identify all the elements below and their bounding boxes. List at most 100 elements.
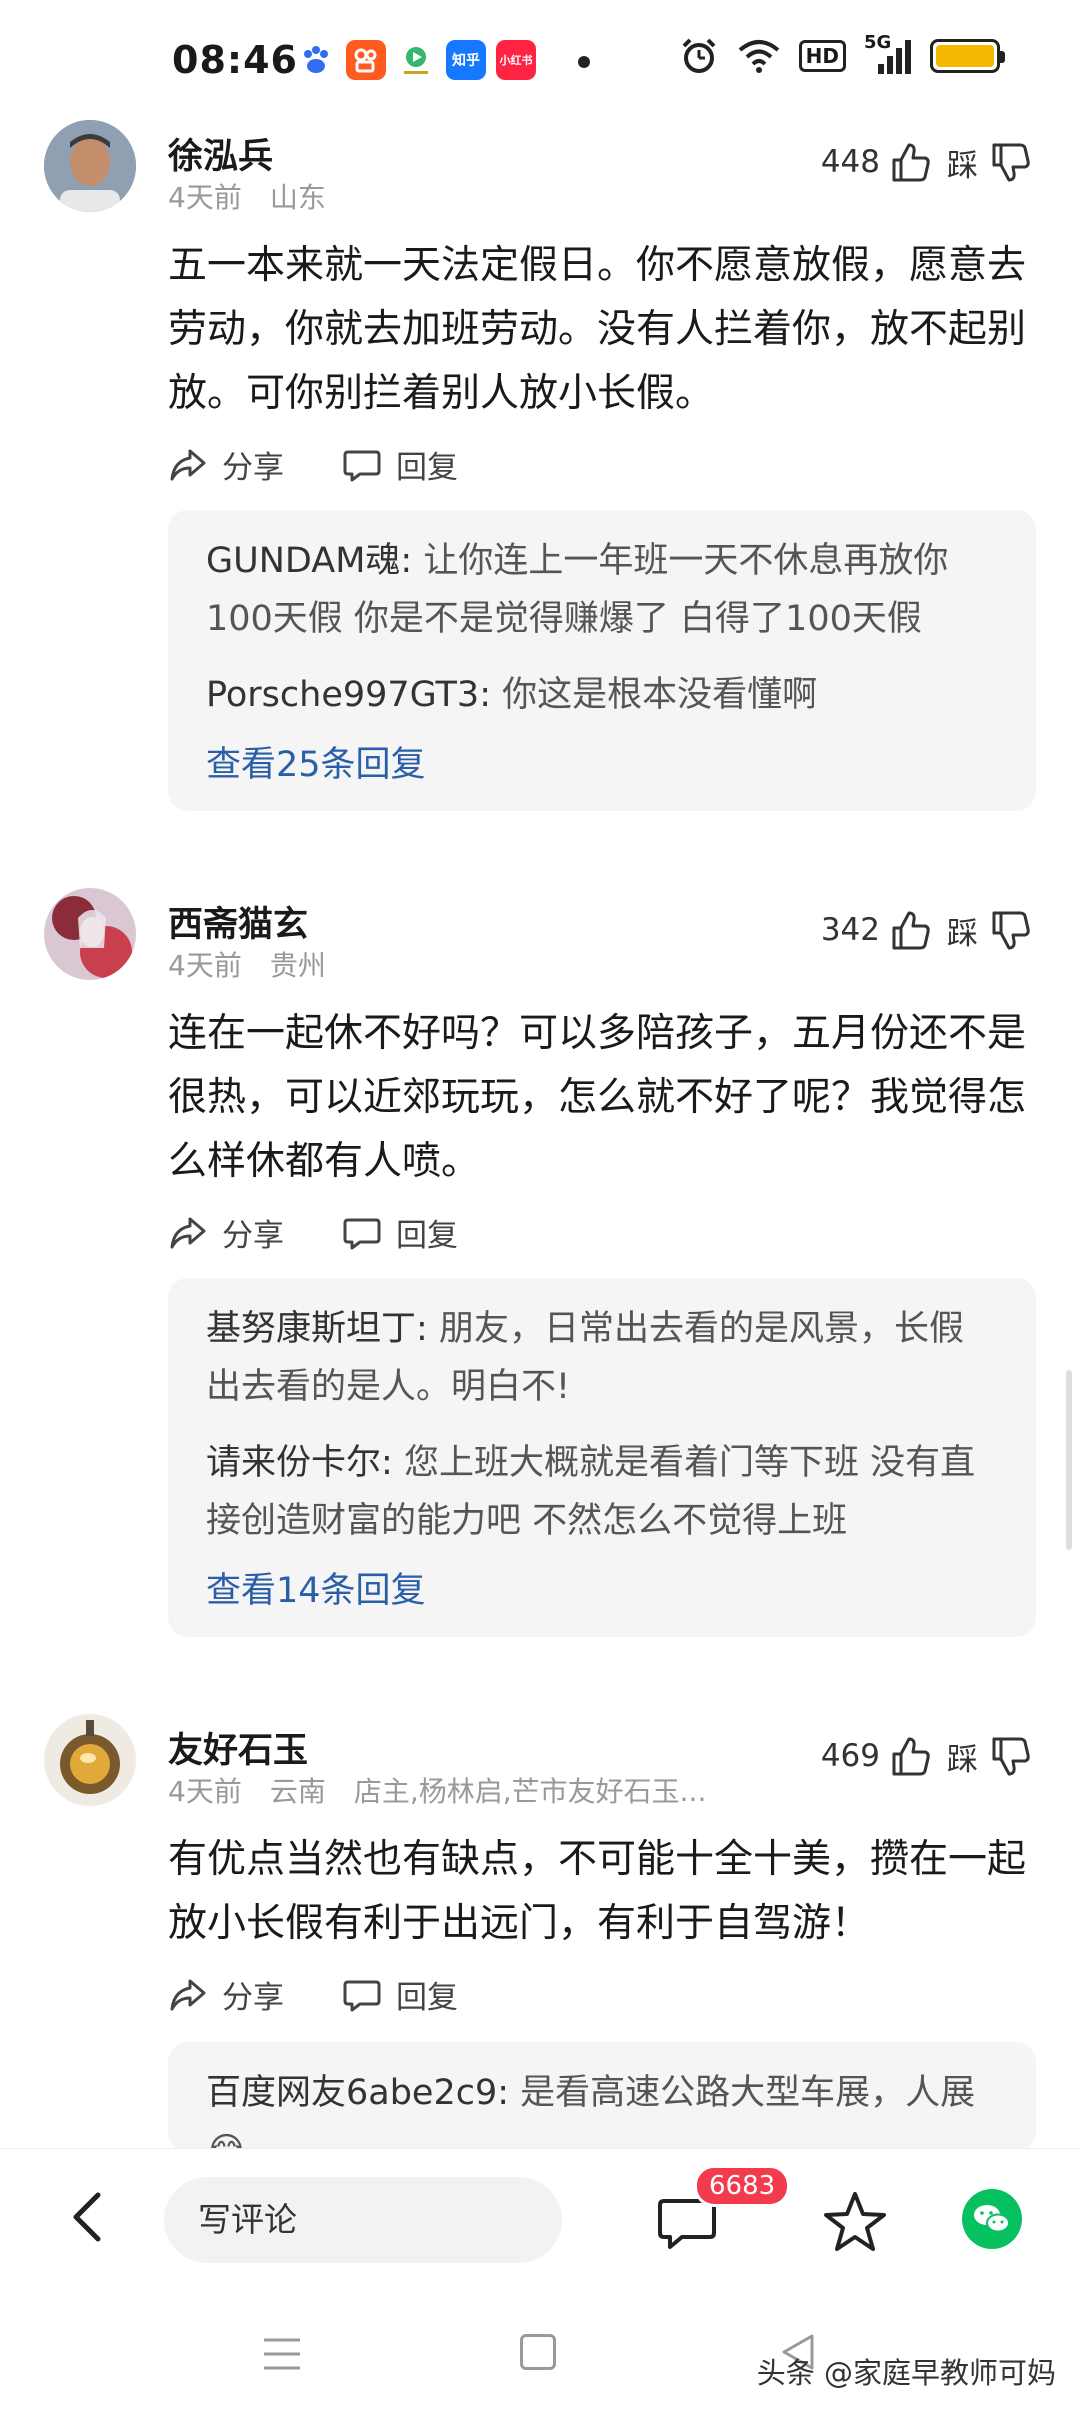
dislike-label: 踩 xyxy=(947,1742,978,1778)
status-time: 08:46 xyxy=(172,38,298,82)
reply-author[interactable]: 基努康斯坦丁 xyxy=(206,1309,416,1349)
reply-author[interactable]: 百度网友6abe2c9 xyxy=(206,2073,497,2113)
share-button[interactable]: 分享 xyxy=(168,442,284,487)
share-button[interactable]: 分享 xyxy=(168,1210,284,1255)
avatar[interactable] xyxy=(44,1714,136,1806)
write-comment-input[interactable]: 写评论 xyxy=(164,2177,562,2263)
share-icon xyxy=(170,449,206,480)
share-button[interactable]: 分享 xyxy=(168,1972,284,2017)
reply-author[interactable]: Porsche997GT3 xyxy=(206,675,479,715)
comment-actions: 分享 回复 xyxy=(168,442,458,487)
reply-text: 你这是根本没看懂啊 xyxy=(502,675,818,715)
signal-indicator: 5G xyxy=(864,32,912,76)
reply-button[interactable]: 回复 xyxy=(342,1210,458,1255)
comment-text: 连在一起休不好吗？可以多陪孩子，五月份还不是很热，可以近郊玩玩，怎么就不好了呢？… xyxy=(168,1011,1027,1184)
thumbs-up-icon xyxy=(892,911,930,950)
signal-bars-icon xyxy=(878,40,911,74)
view-more-replies-link[interactable]: 查看14条回复 xyxy=(206,1562,998,1613)
chat-bubble-icon xyxy=(343,1980,381,2011)
home-icon[interactable] xyxy=(520,2334,556,2370)
baidu-paw-icon xyxy=(296,40,336,80)
wechat-share-icon[interactable] xyxy=(962,2189,1022,2249)
thumbs-down-icon xyxy=(992,143,1030,181)
like-button[interactable]: 342 xyxy=(821,908,932,952)
comment-count-badge: 6683 xyxy=(694,2165,791,2207)
watermark: 头条 @家庭早教师可妈 xyxy=(756,2356,1056,2390)
share-icon xyxy=(170,1217,206,1248)
comment-text: 有优点当然也有缺点，不可能十全十美，攒在一起放小长假有利于出远门，有利于自驾游！ xyxy=(168,1837,1027,1946)
comment-actions: 分享 回复 xyxy=(168,1972,458,2017)
comment-username[interactable]: 徐泓兵 xyxy=(168,128,273,179)
reply-item: Porsche997GT3: 你这是根本没看懂啊 xyxy=(206,675,818,715)
dislike-button[interactable]: 踩 xyxy=(947,908,1032,953)
wifi-icon xyxy=(738,40,779,73)
reply-author[interactable]: 请来份卡尔 xyxy=(206,1443,381,1483)
share-icon xyxy=(170,1979,206,2010)
reply-item: 百度网友6abe2c9: 是看高速公路大型车展，人展😂 xyxy=(206,2064,998,2152)
dislike-button[interactable]: 踩 xyxy=(947,1734,1032,1779)
notification-dot xyxy=(578,56,590,68)
dislike-label: 踩 xyxy=(947,148,978,184)
system-indicators: HD 5G xyxy=(679,32,1005,76)
like-button[interactable]: 469 xyxy=(821,1734,932,1778)
comment-time: 4天前 xyxy=(168,949,242,982)
back-arrow-icon[interactable] xyxy=(60,2187,120,2247)
reply-button[interactable]: 回复 xyxy=(342,442,458,487)
view-more-replies-link[interactable]: 查看25条回复 xyxy=(206,736,998,787)
share-label: 分享 xyxy=(222,1980,284,2016)
chat-bubble-icon xyxy=(343,1218,381,1249)
kuaishou-icon xyxy=(346,40,386,80)
recent-apps-icon[interactable] xyxy=(262,2336,302,2372)
reply-item: GUNDAM魂: 让你连上一年班一天不休息再放你100天假 你是不是觉得赚爆了 … xyxy=(206,541,949,639)
chat-bubble-icon xyxy=(343,450,381,481)
reply-label: 回复 xyxy=(396,450,458,486)
zhihu-icon: 知乎 xyxy=(446,40,486,80)
video-app-icon xyxy=(396,40,436,80)
share-label: 分享 xyxy=(222,450,284,486)
scrollbar[interactable] xyxy=(1066,1370,1072,1550)
thumbs-up-icon xyxy=(892,1737,930,1776)
alarm-icon xyxy=(682,38,716,73)
comment-username[interactable]: 西斋猫玄 xyxy=(168,896,308,947)
reply-label: 回复 xyxy=(396,1218,458,1254)
comment-time: 4天前 xyxy=(168,181,242,214)
reply-button[interactable]: 回复 xyxy=(342,1972,458,2017)
avatar[interactable] xyxy=(44,120,136,212)
thumbs-up-icon xyxy=(892,143,930,182)
comment-meta: 4天前 山东 xyxy=(168,176,354,216)
xiaohongshu-icon: 小红书 xyxy=(496,40,536,80)
favorite-star-icon[interactable] xyxy=(822,2189,888,2255)
comment-username[interactable]: 友好石玉 xyxy=(168,1722,308,1773)
comment-meta: 4天前 贵州 xyxy=(168,944,354,984)
reply-preview-box[interactable]: 百度网友6abe2c9: 是看高速公路大型车展，人展😂 xyxy=(168,2042,1036,2152)
notification-app-icons: 知乎 小红书 xyxy=(296,40,536,80)
comment-location: 贵州 xyxy=(269,949,326,982)
comment-extra: 店主,杨林启,芒市友好石玉... xyxy=(353,1775,707,1808)
reply-author[interactable]: GUNDAM魂 xyxy=(206,541,400,581)
reply-preview-box[interactable]: 基努康斯坦丁: 朋友，日常出去看的是风景，长假出去看的是人。明白不! 请来份卡尔… xyxy=(168,1278,1036,1637)
thumbs-down-icon xyxy=(992,1737,1030,1775)
like-button[interactable]: 448 xyxy=(821,140,932,184)
comment-location: 云南 xyxy=(269,1775,326,1808)
dislike-label: 踩 xyxy=(947,916,978,952)
like-count: 469 xyxy=(820,1738,880,1774)
reply-preview-box[interactable]: GUNDAM魂: 让你连上一年班一天不休息再放你100天假 你是不是觉得赚爆了 … xyxy=(168,510,1036,811)
reply-item: 基努康斯坦丁: 朋友，日常出去看的是风景，长假出去看的是人。明白不! xyxy=(206,1309,964,1407)
hd-badge: HD xyxy=(798,40,846,72)
comment-text: 五一本来就一天法定假日。你不愿意放假，愿意去劳动，你就去加班劳动。没有人拦着你，… xyxy=(168,243,1027,416)
battery-icon xyxy=(930,39,1005,73)
like-count: 342 xyxy=(820,912,880,948)
comment-actions: 分享 回复 xyxy=(168,1210,458,1255)
share-label: 分享 xyxy=(222,1218,284,1254)
reply-item: 请来份卡尔: 您上班大概就是看着门等下班 没有直接创造财富的能力吧 不然怎么不觉… xyxy=(206,1443,976,1541)
system-nav-bar: 头条 @家庭早教师可妈 xyxy=(0,2288,1080,2412)
dislike-button[interactable]: 踩 xyxy=(947,140,1032,185)
comment-location: 山东 xyxy=(269,181,326,214)
bottom-action-bar: 写评论 6683 xyxy=(0,2148,1080,2288)
reply-label: 回复 xyxy=(396,1980,458,2016)
comment-meta: 4天前 云南 店主,杨林启,芒市友好石玉... xyxy=(168,1770,734,1810)
avatar[interactable] xyxy=(44,888,136,980)
like-count: 448 xyxy=(820,144,880,180)
thumbs-down-icon xyxy=(992,911,1030,949)
status-bar: 08:46 知乎 小红书 HD 5G xyxy=(0,0,1080,120)
